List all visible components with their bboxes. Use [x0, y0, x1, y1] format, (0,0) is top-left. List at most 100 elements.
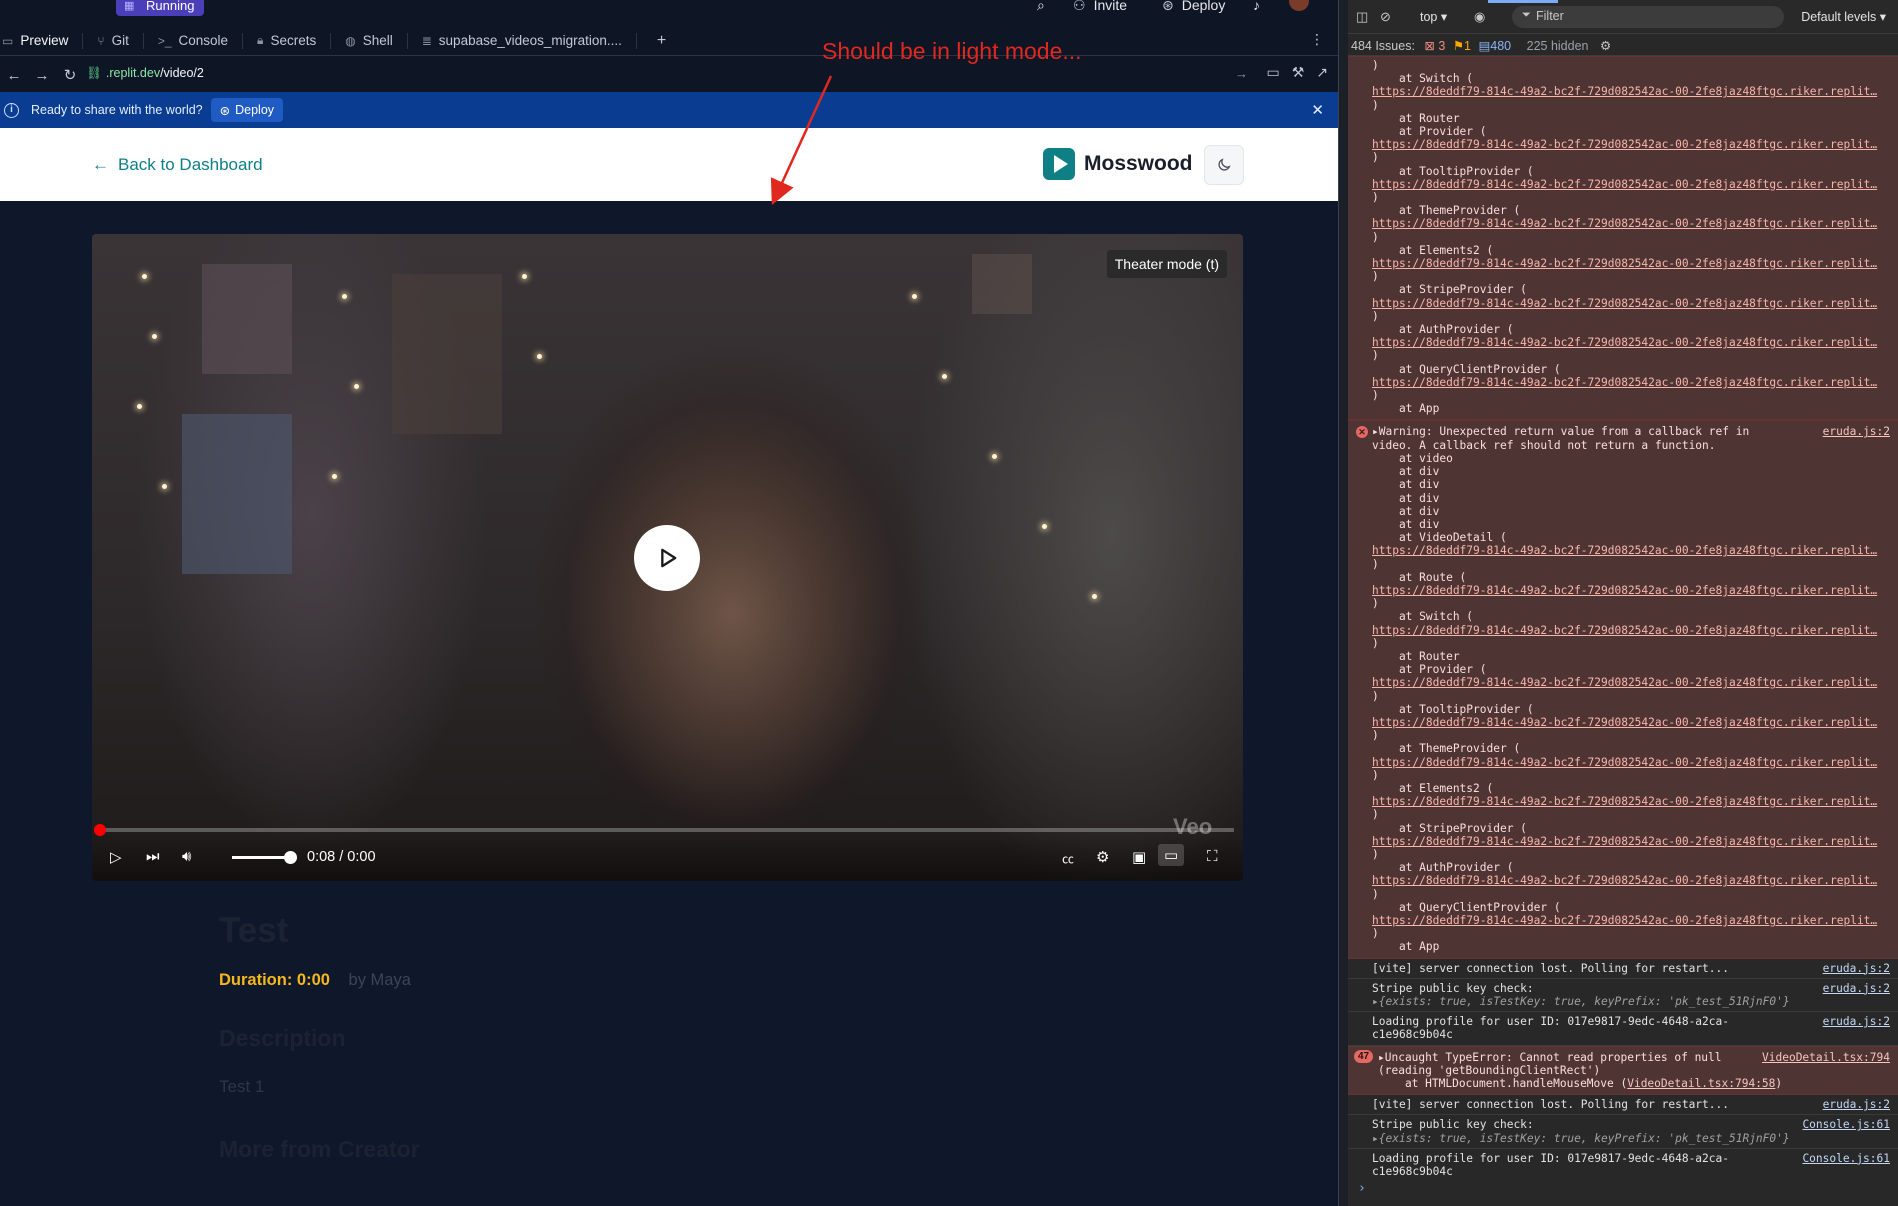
url-field[interactable]: ⛓︎ .replit.dev/video/2	[86, 66, 1254, 86]
run-status-button[interactable]: ▦ Running	[116, 0, 205, 16]
info-count-value: 480	[1490, 39, 1512, 53]
stack-frame-link[interactable]: https://8deddf79-814c-49a2-bc2f-729d0825…	[1348, 138, 1898, 151]
back-arrow-icon[interactable]: ←	[0, 67, 28, 84]
deploy-top-button[interactable]: ⊛ Deploy	[1162, 0, 1225, 14]
screen: ▦ Running ⌕ ⚇ Invite ⊛ Deploy ♪ ▭ Preview ⑂…	[0, 0, 1898, 1206]
type-error-block: 47 VideoDetail.tsx:794 ▸Uncaught TypeErr…	[1348, 1045, 1898, 1096]
tab-divider	[142, 32, 144, 49]
captions-icon[interactable]: ㏄	[1062, 850, 1074, 867]
play-small-icon[interactable]: ▷	[110, 848, 122, 866]
stack-frame-link[interactable]: https://8deddf79-814c-49a2-bc2f-729d0825…	[1348, 756, 1898, 769]
log-levels-dropdown[interactable]: Default levels ▾	[1801, 9, 1886, 24]
filter-input[interactable]: ⏷ Filter	[1512, 6, 1784, 28]
video-author[interactable]: by Maya	[349, 971, 411, 989]
stack-frame-link[interactable]: https://8deddf79-814c-49a2-bc2f-729d0825…	[1348, 624, 1898, 637]
stack-frame-link[interactable]: https://8deddf79-814c-49a2-bc2f-729d0825…	[1348, 85, 1898, 98]
string-light	[992, 454, 997, 459]
back-to-dashboard-link[interactable]: ← Back to Dashboard	[92, 155, 263, 175]
more-icon[interactable]: ⋮	[1310, 31, 1324, 48]
string-light	[942, 374, 947, 379]
source-link[interactable]: VideoDetail.tsx:794	[1762, 1051, 1890, 1064]
stack-frame-link[interactable]: https://8deddf79-814c-49a2-bc2f-729d0825…	[1348, 676, 1898, 689]
reload-icon[interactable]: ↻	[56, 66, 84, 84]
theater-mode-icon[interactable]: ▭	[1158, 844, 1185, 866]
bell-icon[interactable]: ♪	[1253, 0, 1260, 13]
source-link[interactable]: eruda.js:2	[1823, 982, 1890, 995]
stack-frame-link[interactable]: https://8deddf79-814c-49a2-bc2f-729d0825…	[1348, 544, 1898, 557]
video-controls: ▷ ⏭︎ 🔊︎ 0:08 / 0:00 ㏄ ⚙ ▣ ▭ ⛶	[92, 834, 1243, 881]
settings-gear-icon[interactable]: ⚙	[1096, 848, 1109, 866]
stack-frame-link[interactable]: https://8deddf79-814c-49a2-bc2f-729d0825…	[1348, 914, 1898, 927]
video-player[interactable]: Theater mode (t) .bigplay::after{display…	[92, 234, 1243, 881]
invite-button[interactable]: ⚇ Invite	[1073, 0, 1127, 14]
tab-git[interactable]: ⑂ Git	[95, 26, 142, 56]
tab-divider	[242, 32, 244, 49]
stack-frame-link[interactable]: https://8deddf79-814c-49a2-bc2f-729d0825…	[1348, 297, 1898, 310]
stack-frame-link[interactable]: https://8deddf79-814c-49a2-bc2f-729d0825…	[1348, 178, 1898, 191]
close-icon[interactable]: ✕	[1311, 101, 1324, 119]
eye-icon[interactable]: ◉	[1474, 9, 1485, 25]
forward-arrow-icon[interactable]: →	[28, 67, 56, 84]
sidebar-toggle-icon[interactable]: ◫	[1356, 9, 1368, 25]
devices-icon[interactable]: ▭	[1266, 64, 1279, 81]
next-icon[interactable]: ⏭︎	[146, 848, 160, 865]
source-link[interactable]: VideoDetail.tsx:794:58	[1627, 1077, 1775, 1090]
banner-deploy-button[interactable]: ⊛ Deploy	[210, 98, 284, 122]
stack-frame-link[interactable]: https://8deddf79-814c-49a2-bc2f-729d0825…	[1348, 257, 1898, 270]
preview-actions: ▭ ⚒ ↗	[1266, 64, 1338, 81]
source-link[interactable]: Console.js:61	[1802, 1118, 1890, 1131]
theme-toggle-button[interactable]	[1204, 145, 1244, 185]
brand-logo[interactable]: Mosswood	[1043, 148, 1193, 180]
source-link[interactable]: eruda.js:2	[1823, 1098, 1890, 1111]
panel-divider[interactable]	[1338, 0, 1348, 1206]
preview-url-bar: ← → ↻ ⛓︎ .replit.dev/video/2 → ▭ ⚒ ↗	[0, 58, 1338, 92]
tab-supabase-migration[interactable]: ≣ supabase_videos_migration....	[420, 26, 636, 56]
tab-console[interactable]: >_ Console	[156, 26, 242, 56]
warning-count-value: 1	[1464, 39, 1471, 53]
tab-divider	[406, 32, 408, 49]
volume-icon[interactable]: 🔊︎	[182, 848, 191, 865]
open-external-icon[interactable]: ↗	[1316, 64, 1328, 81]
wrench-icon[interactable]: ⚒	[1292, 64, 1305, 81]
play-button[interactable]	[634, 525, 700, 591]
go-arrow-icon[interactable]: →	[1235, 66, 1248, 81]
tab-secrets[interactable]: 🔒︎ Secrets	[255, 26, 330, 56]
stack-frame-link[interactable]: https://8deddf79-814c-49a2-bc2f-729d0825…	[1348, 874, 1898, 887]
back-label: Back to Dashboard	[118, 155, 263, 174]
miniplayer-icon[interactable]: ▣	[1132, 848, 1146, 866]
tab-preview[interactable]: ▭ Preview	[0, 26, 82, 56]
search-icon[interactable]: ⌕	[1037, 0, 1045, 14]
avatar[interactable]	[1289, 0, 1309, 11]
wall-poster	[972, 254, 1032, 314]
console-prompt[interactable]: ›	[1358, 1181, 1366, 1196]
warning-line[interactable]: ▸Warning: Unexpected return value from a…	[1348, 425, 1898, 438]
warning-line: video. A callback ref should not return …	[1372, 438, 1716, 452]
stack-frame-link[interactable]: https://8deddf79-814c-49a2-bc2f-729d0825…	[1348, 336, 1898, 349]
context-selector[interactable]: top ▾	[1420, 9, 1447, 24]
stack-frame-link[interactable]: https://8deddf79-814c-49a2-bc2f-729d0825…	[1348, 716, 1898, 729]
stack-frame-link[interactable]: https://8deddf79-814c-49a2-bc2f-729d0825…	[1348, 795, 1898, 808]
clear-console-icon[interactable]: ⊘	[1380, 9, 1391, 25]
new-tab-button[interactable]: +	[657, 32, 666, 50]
stack-frame-link[interactable]: https://8deddf79-814c-49a2-bc2f-729d0825…	[1348, 376, 1898, 389]
stack-frame-link[interactable]: https://8deddf79-814c-49a2-bc2f-729d0825…	[1348, 584, 1898, 597]
moon-icon	[1218, 158, 1231, 171]
stack-line: )	[1372, 729, 1379, 743]
stack-frame-link[interactable]: https://8deddf79-814c-49a2-bc2f-729d0825…	[1348, 217, 1898, 230]
issues-bar[interactable]: 484 Issues: ⊠ 3 ⚑1 ▤480 225 hidden ⚙	[1348, 34, 1898, 56]
source-link[interactable]: Console.js:61	[1802, 1152, 1890, 1165]
source-link[interactable]: eruda.js:2	[1823, 1015, 1890, 1028]
stack-frame-link[interactable]: https://8deddf79-814c-49a2-bc2f-729d0825…	[1348, 835, 1898, 848]
volume-handle[interactable]	[284, 851, 297, 864]
settings-gear-icon[interactable]: ⚙	[1600, 39, 1611, 53]
seek-bar[interactable]	[94, 824, 1234, 836]
stack-frame: at Provider (	[1372, 663, 1487, 677]
source-link[interactable]: eruda.js:2	[1823, 962, 1890, 975]
tab-shell[interactable]: ◍ Shell	[343, 26, 407, 56]
fullscreen-icon[interactable]: ⛶	[1207, 848, 1218, 865]
volume-slider[interactable]	[232, 856, 290, 859]
log-object[interactable]: ▸{exists: true, isTestKey: true, keyPref…	[1372, 995, 1898, 1008]
link-icon: ⛓︎	[86, 66, 102, 80]
log-object[interactable]: ▸{exists: true, isTestKey: true, keyPref…	[1372, 1132, 1898, 1145]
source-link[interactable]: eruda.js:2	[1823, 425, 1890, 438]
